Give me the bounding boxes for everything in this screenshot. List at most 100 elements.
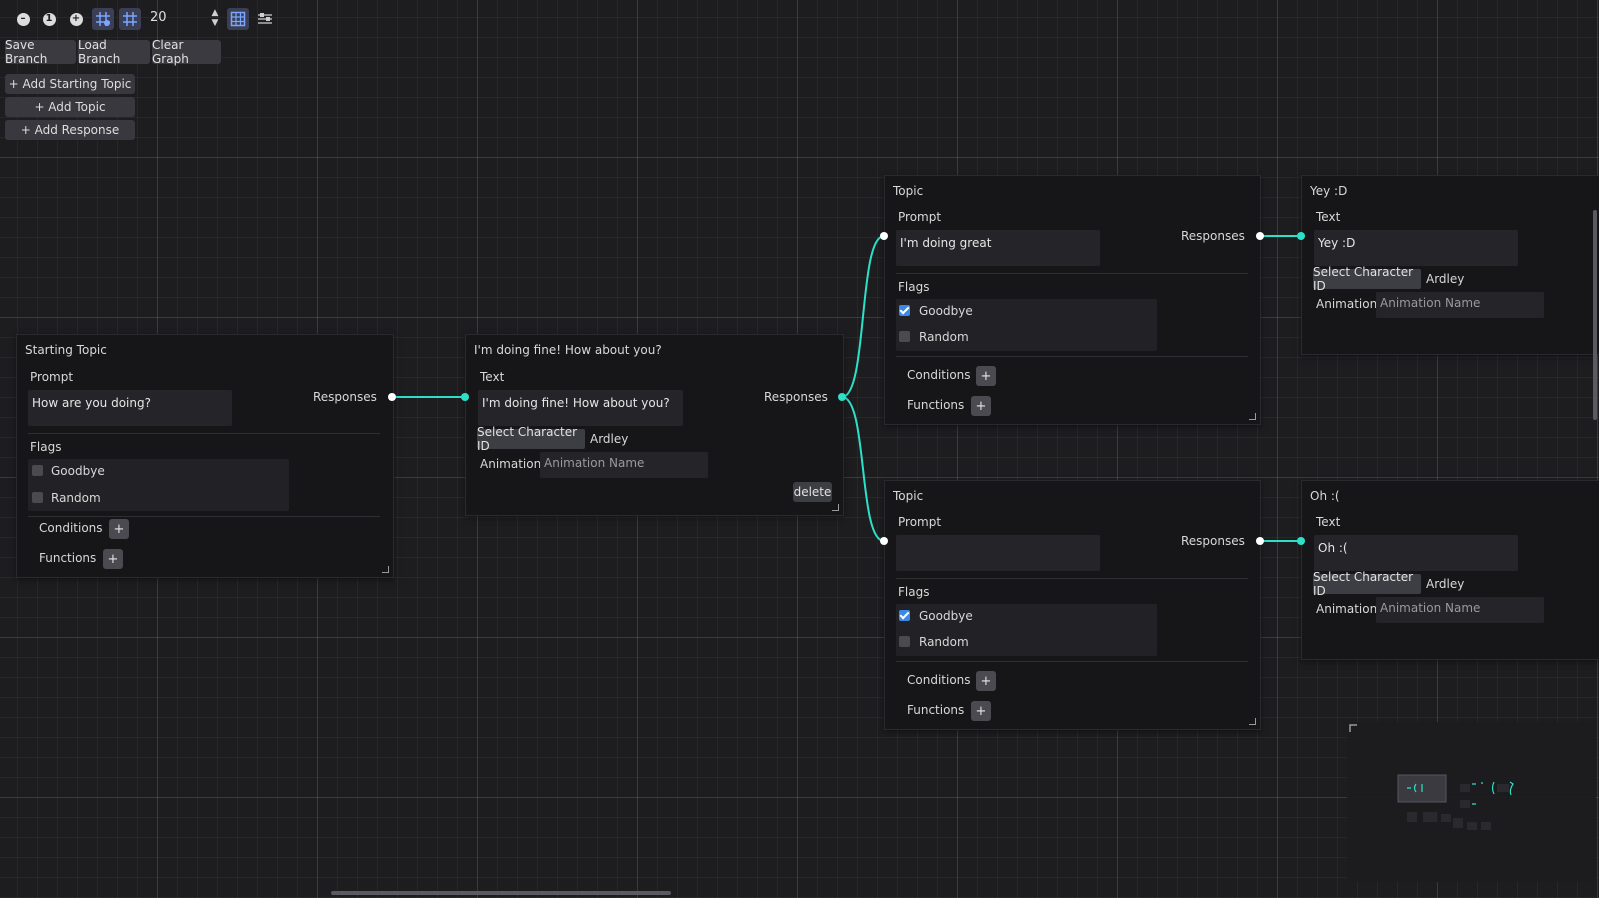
conditions-label: Conditions	[907, 673, 971, 687]
minimap-node	[1460, 800, 1470, 808]
minimap[interactable]	[1347, 722, 1596, 882]
output-port[interactable]	[1256, 537, 1264, 545]
input-port[interactable]	[880, 537, 888, 545]
text-input[interactable]: I'm doing fine! How about you?	[478, 390, 683, 426]
animation-label: Animation	[480, 457, 542, 471]
node-title: Starting Topic	[25, 343, 107, 357]
random-label: Random	[919, 330, 969, 344]
add-function-button[interactable]: +	[971, 701, 991, 721]
horizontal-scrollbar[interactable]	[331, 891, 671, 895]
prompt-label: Prompt	[898, 515, 942, 529]
vertical-scrollbar[interactable]	[1593, 210, 1597, 420]
response-node-yey[interactable]: Yey :D Text Yey :D Select Character ID A…	[1301, 175, 1599, 355]
output-port[interactable]	[1256, 232, 1264, 240]
add-condition-button[interactable]: +	[109, 519, 129, 539]
flags-label: Flags	[898, 585, 930, 599]
output-port[interactable]	[838, 393, 846, 401]
prompt-label: Prompt	[898, 210, 942, 224]
minimap-node	[1423, 812, 1437, 822]
text-label: Text	[1316, 515, 1341, 529]
resize-handle[interactable]	[1249, 413, 1256, 420]
topic-node-2[interactable]: Topic Prompt Responses Flags Goodbye Ran…	[884, 480, 1261, 730]
responses-label: Responses	[1181, 534, 1245, 548]
minimap-node	[1441, 814, 1451, 822]
input-port[interactable]	[461, 393, 469, 401]
goodbye-checkbox[interactable]	[899, 305, 910, 316]
animation-input[interactable]: Animation Name	[540, 452, 708, 478]
conditions-label: Conditions	[907, 368, 971, 382]
add-condition-button[interactable]: +	[976, 366, 996, 386]
input-port[interactable]	[1297, 537, 1305, 545]
character-value: Ardley	[590, 432, 629, 446]
prompt-input[interactable]: I'm doing great	[896, 230, 1100, 266]
node-title: Topic	[893, 489, 924, 503]
responses-label: Responses	[313, 390, 377, 404]
add-function-button[interactable]: +	[103, 549, 123, 569]
random-checkbox[interactable]	[32, 492, 43, 503]
input-port[interactable]	[1297, 232, 1305, 240]
animation-label: Animation	[1316, 602, 1378, 616]
divider	[896, 273, 1248, 274]
resize-handle[interactable]	[382, 566, 389, 573]
node-title: Oh :(	[1310, 489, 1340, 503]
response-node-oh[interactable]: Oh :( Text Oh :( Select Character ID Ard…	[1301, 480, 1599, 660]
divider	[896, 356, 1248, 357]
text-label: Text	[480, 370, 505, 384]
random-label: Random	[919, 635, 969, 649]
prompt-input[interactable]	[896, 535, 1100, 571]
output-port[interactable]	[388, 393, 396, 401]
minimap-node	[1453, 818, 1463, 828]
divider	[896, 661, 1248, 662]
functions-label: Functions	[907, 703, 965, 717]
minimap-graph	[1349, 724, 1514, 830]
character-value: Ardley	[1426, 272, 1465, 286]
node-title: I'm doing fine! How about you?	[474, 343, 662, 357]
flags-label: Flags	[898, 280, 930, 294]
character-value: Ardley	[1426, 577, 1465, 591]
minimap-node	[1481, 822, 1491, 830]
select-character-button[interactable]: Select Character ID	[477, 425, 585, 453]
animation-label: Animation	[1316, 297, 1378, 311]
minimap-node	[1497, 784, 1509, 792]
add-condition-button[interactable]: +	[976, 671, 996, 691]
divider	[28, 433, 380, 434]
functions-label: Functions	[39, 551, 97, 565]
responses-label: Responses	[764, 390, 828, 404]
select-character-button[interactable]: Select Character ID	[1313, 570, 1421, 598]
resize-handle[interactable]	[1249, 718, 1256, 725]
text-input[interactable]: Oh :(	[1314, 535, 1518, 571]
goodbye-label: Goodbye	[919, 304, 973, 318]
divider	[896, 578, 1248, 579]
resize-handle[interactable]	[832, 504, 839, 511]
text-label: Text	[1316, 210, 1341, 224]
goodbye-label: Goodbye	[51, 464, 105, 478]
minimap-node	[1460, 784, 1470, 792]
random-checkbox[interactable]	[899, 636, 910, 647]
random-checkbox[interactable]	[899, 331, 910, 342]
responses-label: Responses	[1181, 229, 1245, 243]
goodbye-checkbox[interactable]	[32, 465, 43, 476]
starting-topic-node[interactable]: Starting Topic Prompt How are you doing?…	[16, 334, 394, 578]
select-character-button[interactable]: Select Character ID	[1313, 265, 1421, 293]
conditions-label: Conditions	[39, 521, 103, 535]
flags-label: Flags	[30, 440, 62, 454]
goodbye-checkbox[interactable]	[899, 610, 910, 621]
animation-input[interactable]: Animation Name	[1376, 292, 1544, 318]
text-input[interactable]: Yey :D	[1314, 230, 1518, 266]
input-port[interactable]	[880, 232, 888, 240]
random-label: Random	[51, 491, 101, 505]
minimap-resize-icon[interactable]	[1349, 724, 1357, 732]
topic-node-1[interactable]: Topic Prompt I'm doing great Responses F…	[884, 175, 1261, 425]
response-node-main[interactable]: I'm doing fine! How about you? Text I'm …	[465, 334, 844, 516]
animation-input[interactable]: Animation Name	[1376, 597, 1544, 623]
node-title: Topic	[893, 184, 924, 198]
minimap-node	[1467, 822, 1477, 830]
node-title: Yey :D	[1310, 184, 1348, 198]
prompt-label: Prompt	[30, 370, 74, 384]
goodbye-label: Goodbye	[919, 609, 973, 623]
connection-wire	[841, 235, 885, 398]
add-function-button[interactable]: +	[971, 396, 991, 416]
prompt-input[interactable]: How are you doing?	[28, 390, 232, 426]
functions-label: Functions	[907, 398, 965, 412]
delete-button[interactable]: delete	[793, 482, 832, 502]
